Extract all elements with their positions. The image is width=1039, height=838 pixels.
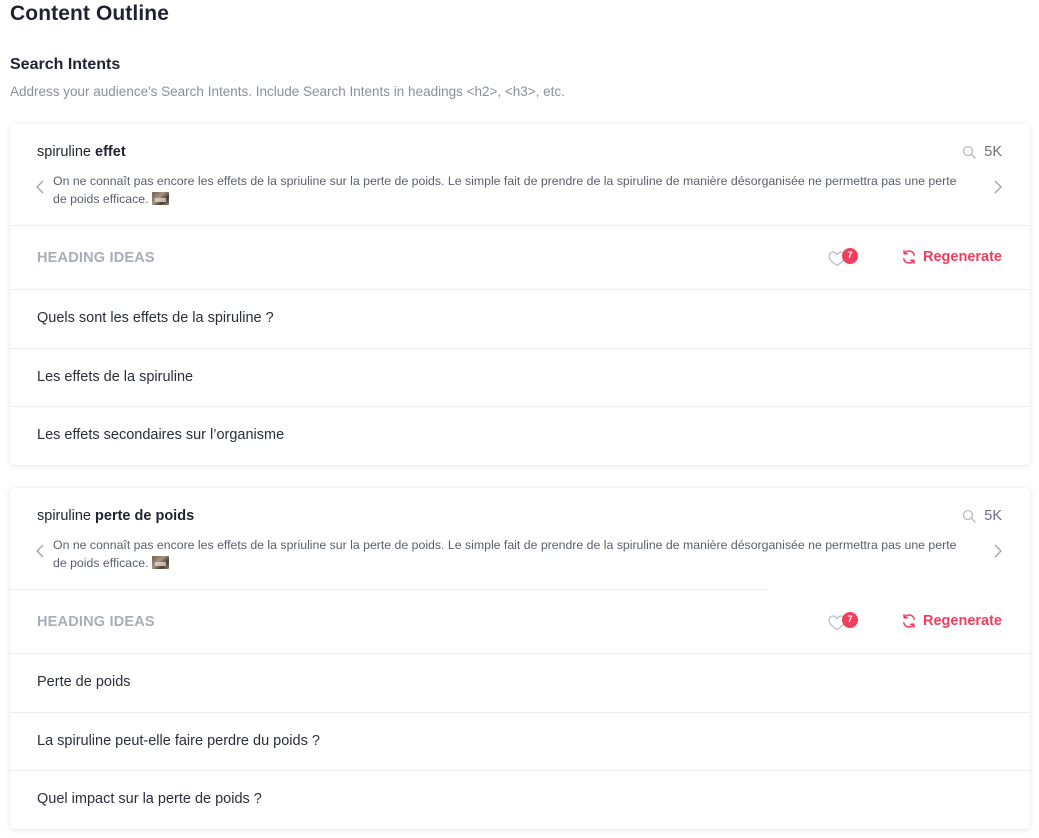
page-title: Content Outline [10, 2, 169, 25]
content-outline-page: Content Outline Search Intents Address y… [0, 0, 1039, 838]
keyword-highlight: perte de poids [95, 508, 195, 524]
favorites-button[interactable]: 7 [828, 612, 862, 636]
heading-ideas-header: HEADING IDEAS 7 Regenerate [10, 590, 1030, 654]
heading-idea-text: Les effets de la spiruline [37, 369, 194, 385]
regenerate-label: Regenerate [923, 613, 1002, 629]
chevron-left-icon[interactable] [34, 178, 46, 196]
heading-idea-text: Quel impact sur la perte de poids ? [37, 791, 262, 807]
snippet-thumbnail [152, 192, 170, 205]
heading-ideas-header: HEADING IDEAS 7 Regenerate [10, 226, 1030, 290]
favorites-count-badge: 7 [842, 612, 858, 628]
serp-snippet-text: On ne connaît pas encore les effets de l… [53, 174, 957, 206]
search-volume: 5K [962, 508, 1002, 524]
chevron-right-icon[interactable] [992, 542, 1004, 560]
refresh-icon [903, 614, 915, 628]
heading-idea-text: Perte de poids [37, 674, 131, 690]
serp-snippet: On ne connaît pas encore les effets de l… [53, 536, 972, 572]
serp-snippet-text: On ne connaît pas encore les effets de l… [53, 538, 957, 570]
section-title: Search Intents [10, 56, 121, 73]
search-intent-card: spiruline perte de poids 5K On ne connaî… [10, 488, 1030, 829]
chevron-left-icon[interactable] [34, 542, 46, 560]
keyword-highlight: effet [95, 144, 126, 160]
heading-idea-item[interactable]: Les effets de la spiruline [10, 348, 1030, 406]
regenerate-label: Regenerate [923, 249, 1002, 265]
serp-snippet-carousel: On ne connaît pas encore les effets de l… [32, 536, 1008, 576]
intent-keyword: spiruline effet [37, 144, 126, 160]
snippet-thumbnail [152, 556, 170, 569]
heading-idea-text: Les effets secondaires sur l’organisme [37, 427, 285, 443]
regenerate-button[interactable]: Regenerate [901, 613, 1002, 629]
regenerate-button[interactable]: Regenerate [901, 249, 1002, 265]
heading-idea-item[interactable]: Quels sont les effets de la spiruline ? [10, 289, 1030, 347]
serp-snippet-carousel: On ne connaît pas encore les effets de l… [32, 172, 1008, 212]
search-intent-card: spiruline effet 5K On ne connaît pas enc… [10, 124, 1030, 465]
search-volume-value: 5K [984, 508, 1002, 524]
heading-ideas-label: HEADING IDEAS [37, 614, 155, 630]
search-volume: 5K [962, 144, 1002, 160]
keyword-prefix: spiruline [37, 508, 96, 524]
section-description: Address your audience's Search Intents. … [10, 84, 565, 99]
heading-idea-text: Quels sont les effets de la spiruline ? [37, 310, 274, 326]
search-icon [963, 145, 976, 159]
favorites-button[interactable]: 7 [828, 248, 862, 272]
favorites-count-badge: 7 [842, 248, 858, 264]
search-volume-value: 5K [984, 144, 1002, 160]
heading-idea-item[interactable]: Quel impact sur la perte de poids ? [10, 770, 1030, 828]
heading-idea-item[interactable]: La spiruline peut-elle faire perdre du p… [10, 712, 1030, 770]
heading-idea-item[interactable]: Les effets secondaires sur l’organisme [10, 406, 1030, 464]
heading-idea-item[interactable]: Perte de poids [10, 653, 1030, 711]
serp-snippet: On ne connaît pas encore les effets de l… [53, 172, 972, 208]
refresh-icon [903, 250, 915, 264]
search-icon [963, 509, 976, 523]
intent-keyword: spiruline perte de poids [37, 508, 194, 524]
keyword-prefix: spiruline [37, 144, 96, 160]
heading-ideas-label: HEADING IDEAS [37, 250, 155, 266]
chevron-right-icon[interactable] [992, 178, 1004, 196]
heading-idea-text: La spiruline peut-elle faire perdre du p… [37, 733, 320, 749]
